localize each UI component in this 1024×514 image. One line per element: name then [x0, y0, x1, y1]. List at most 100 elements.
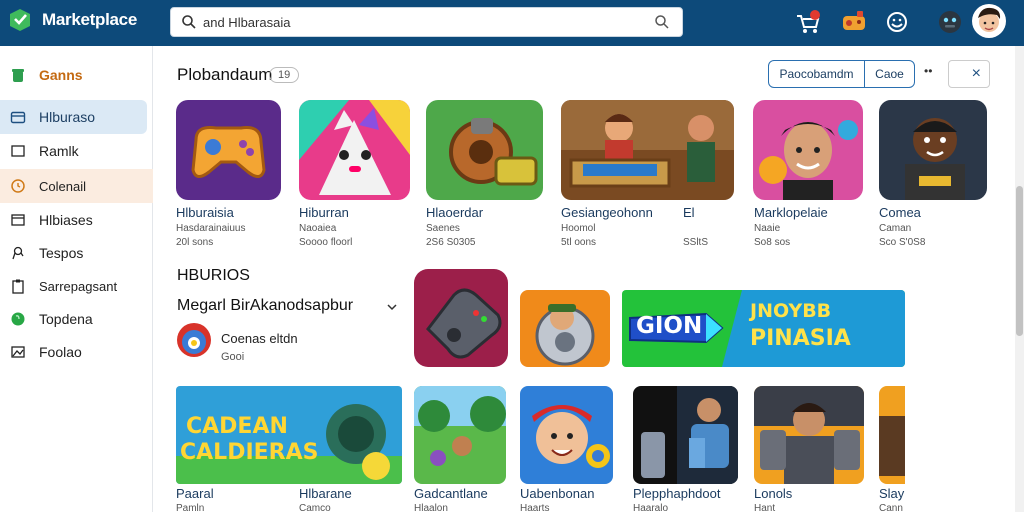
secondary-filter-button[interactable]: Caoe — [864, 60, 915, 88]
window-icon — [11, 214, 25, 226]
chevron-down-icon[interactable] — [386, 302, 398, 312]
game-tile[interactable] — [754, 386, 864, 484]
game-tile-partial[interactable] — [879, 386, 905, 484]
category-dropdown[interactable]: Megarl BirAkanodsapbur — [177, 297, 353, 315]
sidebar-item-label: Tespos — [39, 245, 84, 261]
games-category-icon — [12, 69, 24, 82]
primary-filter-button[interactable]: Paocobamdm — [768, 60, 865, 88]
scrollbar-thumb[interactable] — [1016, 186, 1023, 336]
game-title[interactable]: Marklopelaie — [754, 205, 828, 220]
sidebar-item-top[interactable]: Topdena — [0, 302, 153, 336]
sidebar-item-photos[interactable]: Foolao — [0, 335, 153, 369]
game-title[interactable]: Gadcantlane — [414, 486, 488, 501]
game-meta: 2S6 S0305 — [426, 237, 476, 248]
game-tile[interactable] — [414, 269, 508, 367]
promo-banner[interactable]: GION JNOYBB PINASIA — [622, 290, 905, 367]
close-button[interactable]: × — [948, 60, 990, 88]
game-tile[interactable] — [879, 100, 987, 200]
search-input[interactable] — [203, 12, 623, 32]
game-tile[interactable] — [520, 386, 613, 484]
game-title[interactable]: Hlaoerdar — [426, 205, 483, 220]
robot-avatar-icon[interactable] — [936, 8, 964, 36]
tile-title-line-1: CADEAN — [186, 414, 288, 439]
game-badge-icon[interactable] — [840, 8, 868, 36]
pin-icon — [12, 246, 24, 260]
sidebar-item-management[interactable]: Sarrepagsant — [0, 269, 153, 303]
game-title[interactable]: Plepphaphdoot — [633, 486, 720, 501]
game-developer: Hlaalon — [414, 503, 448, 514]
game-tile[interactable] — [753, 100, 863, 200]
sidebar-item-label: Sarrepagsant — [39, 278, 118, 294]
game-meta: So8 sos — [754, 237, 791, 248]
cart-icon[interactable] — [794, 8, 822, 36]
sidebar-item-games[interactable]: Ganns — [0, 58, 153, 92]
explorer-art — [520, 290, 610, 367]
game-title[interactable]: Gesiangeohonn — [561, 205, 653, 220]
square-icon — [11, 145, 25, 157]
forest-art — [414, 386, 506, 484]
gamepad-art — [176, 100, 281, 200]
sidebar-item-library[interactable]: Hlbiases — [0, 203, 153, 237]
game-tile[interactable] — [414, 386, 506, 484]
account-icon[interactable] — [883, 8, 911, 36]
game-title[interactable]: Hlbarane — [299, 486, 352, 501]
partial-tile-art — [879, 386, 905, 484]
game-title[interactable]: Slay — [879, 486, 904, 501]
game-developer: Naaie — [754, 223, 781, 234]
armored-bot-art — [426, 100, 543, 200]
game-developer: Hasdarainaiuus — [176, 223, 246, 234]
more-options-button[interactable]: •• — [924, 64, 932, 78]
game-title[interactable]: El — [683, 205, 695, 220]
game-tile[interactable] — [426, 100, 543, 200]
game-meta: Sco S'0S8 — [879, 237, 926, 248]
game-title[interactable]: Uabenbonan — [520, 486, 594, 501]
cat-mascot-art — [299, 100, 410, 200]
banner-left-text: GION — [636, 313, 703, 339]
user-avatar[interactable] — [971, 3, 1007, 39]
tile-title-line-2: CALDIERAS — [180, 440, 319, 465]
sidebar-item-label: Topdena — [39, 311, 93, 327]
game-developer: Pamln — [176, 503, 205, 514]
sidebar-item-label: Foolao — [39, 344, 82, 360]
folder-icon — [10, 111, 26, 124]
featured-item-subtitle: Gooi — [221, 351, 245, 363]
warrior-art — [879, 100, 987, 200]
game-tile[interactable] — [176, 100, 281, 200]
game-developer: Haaralo — [633, 503, 669, 514]
sidebar: Ganns Hlburaso Ramlk Colenail Hlbiases T… — [0, 46, 153, 512]
cartoon-hero-art — [520, 386, 613, 484]
game-tile[interactable] — [299, 100, 410, 200]
game-developer: Saenes — [426, 223, 460, 234]
section-title: Plobandaum — [177, 65, 273, 84]
game-title[interactable]: Paaral — [176, 486, 214, 501]
game-developer: Caman — [879, 223, 912, 234]
controller-art — [414, 269, 508, 367]
game-meta: Soooo floorl — [299, 237, 353, 248]
brand-title[interactable]: Marketplace — [42, 10, 137, 30]
game-title[interactable]: Hlburaisia — [176, 205, 234, 220]
search-icon — [182, 15, 196, 29]
marketplace-logo-icon[interactable] — [8, 8, 32, 32]
game-tile[interactable] — [520, 290, 610, 367]
clock-icon — [11, 179, 25, 193]
app-logo-icon — [177, 323, 211, 357]
sidebar-item-rank[interactable]: Ramlk — [0, 134, 153, 168]
game-title[interactable]: Hiburran — [299, 205, 349, 220]
sidebar-item-topics[interactable]: Tespos — [0, 236, 153, 270]
sidebar-item-active[interactable]: Hlburaso — [0, 100, 147, 134]
search-bar[interactable] — [170, 7, 683, 37]
featured-item-title[interactable]: Coenas eltdn — [221, 331, 298, 346]
banner-right-text-bottom: PINASIA — [750, 326, 851, 351]
sidebar-item-calendar[interactable]: Colenail — [0, 169, 153, 203]
game-tile[interactable] — [633, 386, 738, 484]
search-submit-icon[interactable] — [654, 14, 670, 30]
game-tile-wide[interactable]: CADEAN CALDIERAS — [176, 386, 402, 484]
scrollbar[interactable] — [1015, 46, 1024, 512]
game-title[interactable]: Comea — [879, 205, 921, 220]
top-bar: Marketplace — [0, 0, 1024, 46]
game-developer: Hoomol — [561, 223, 596, 234]
armored-hero-art — [754, 386, 864, 484]
game-tile[interactable] — [561, 100, 734, 200]
main-content: Plobandaum 19 Paocobamdm Caoe •• × Hlbur… — [153, 46, 1024, 514]
game-title[interactable]: Lonols — [754, 486, 792, 501]
